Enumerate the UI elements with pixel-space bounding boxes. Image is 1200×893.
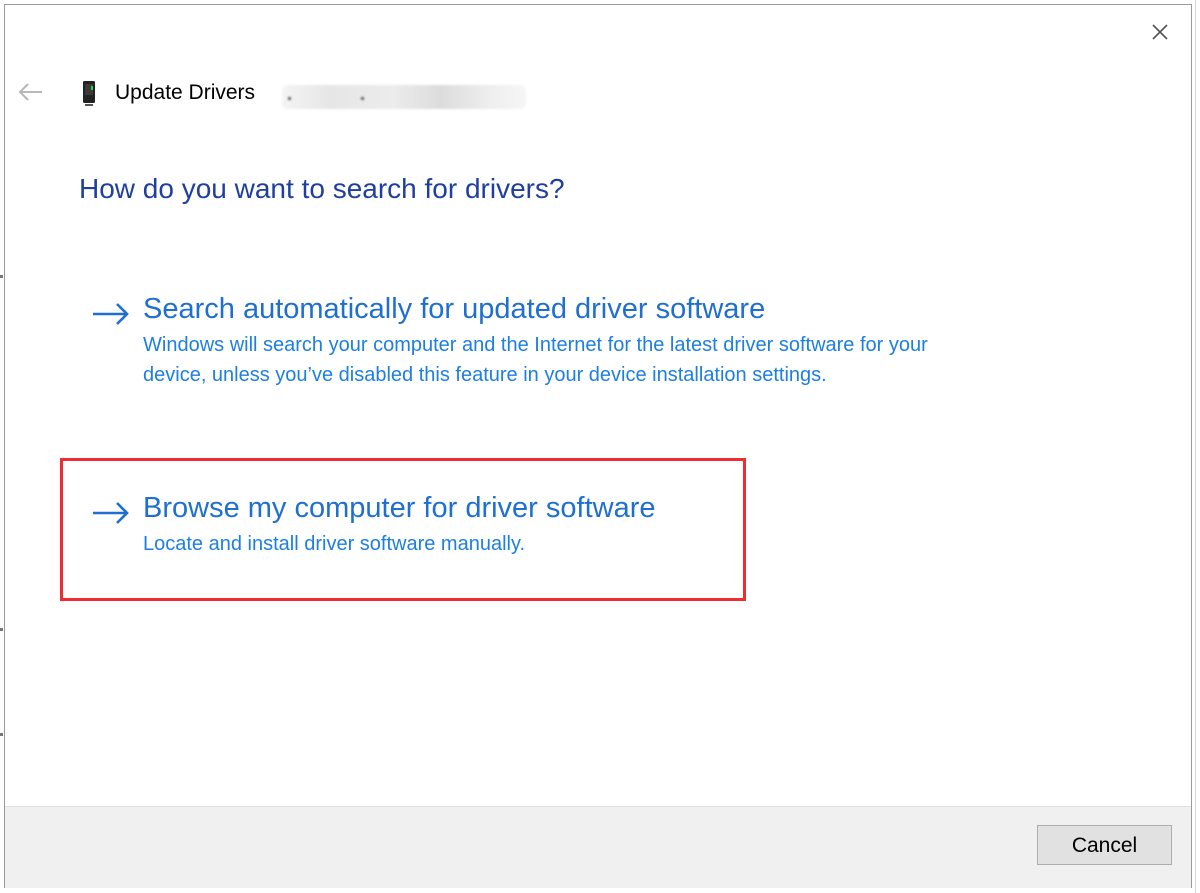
cancel-button[interactable]: Cancel: [1037, 825, 1172, 865]
search-automatically-option[interactable]: Search automatically for updated driver …: [86, 290, 986, 420]
background-artifact: [0, 628, 3, 631]
redacted-device-name: [282, 85, 526, 109]
option-title[interactable]: Search automatically for updated driver …: [143, 290, 765, 328]
close-button[interactable]: [1146, 18, 1174, 46]
dialog-footer: [5, 806, 1191, 888]
close-icon: [1152, 24, 1168, 40]
back-arrow-icon: [18, 83, 42, 101]
device-icon: [81, 79, 97, 107]
option-title[interactable]: Browse my computer for driver software: [143, 489, 655, 527]
background-artifact: [0, 275, 3, 278]
page-heading: How do you want to search for drivers?: [79, 173, 565, 204]
arrow-right-icon: [93, 303, 129, 325]
background-window-edge: [1195, 0, 1196, 893]
background-artifact: [0, 733, 3, 736]
dialog-title: Update Drivers: [115, 81, 256, 104]
arrow-right-icon: [93, 502, 129, 524]
back-button[interactable]: [14, 78, 48, 106]
update-drivers-dialog: [4, 4, 1192, 888]
option-description: Windows will search your computer and th…: [143, 334, 928, 386]
option-description: Locate and install driver software manua…: [143, 533, 526, 555]
browse-computer-option[interactable]: Browse my computer for driver software L…: [86, 489, 986, 569]
